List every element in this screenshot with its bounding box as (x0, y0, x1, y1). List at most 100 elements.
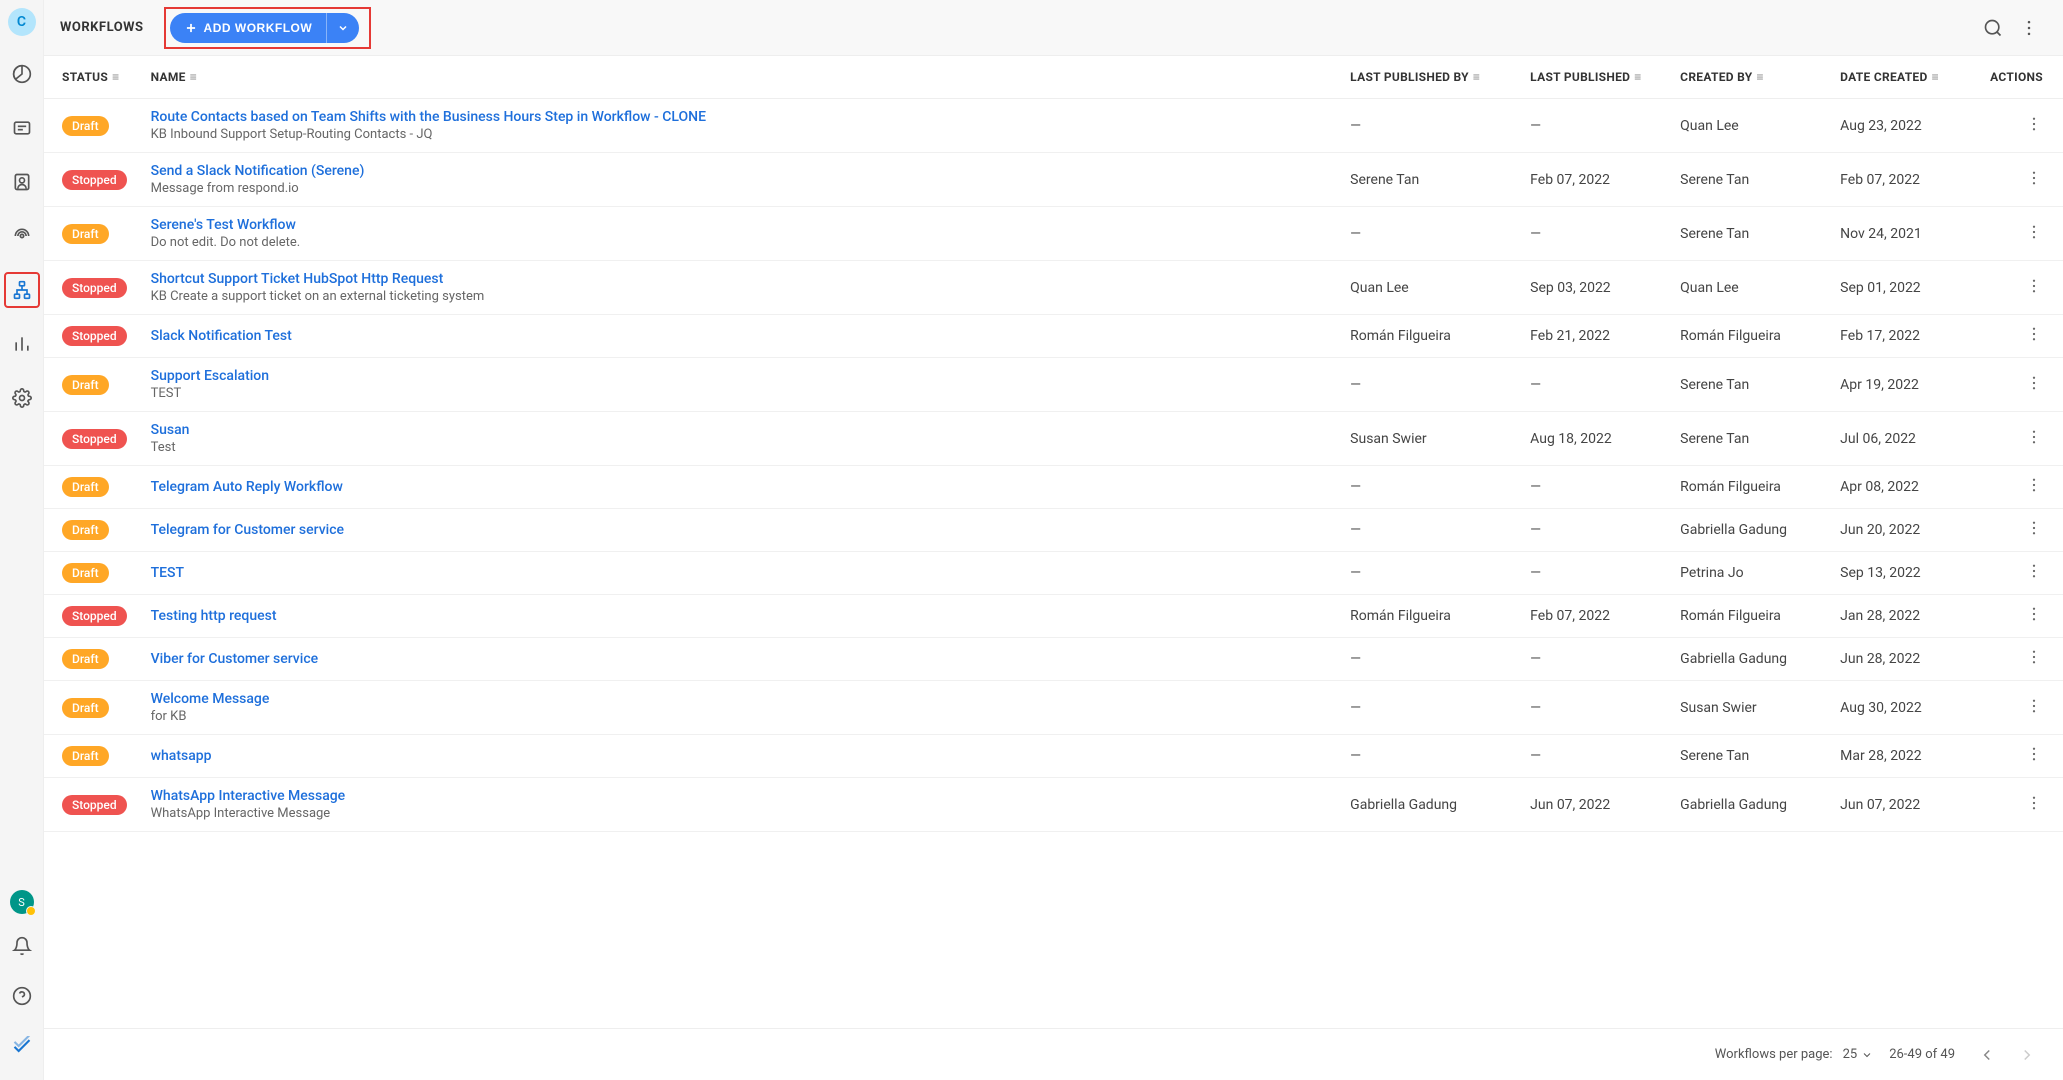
more-vertical-icon (2025, 115, 2043, 133)
table-row: DraftRoute Contacts based on Team Shifts… (44, 99, 2063, 153)
plus-icon (184, 21, 198, 35)
workflow-name-link[interactable]: Serene's Test Workflow (151, 217, 1327, 233)
column-header-last-published-by[interactable]: LAST PUBLISHED BY≡ (1338, 56, 1518, 99)
workflow-name-link[interactable]: TEST (151, 565, 1327, 581)
cell-date-created: Jan 28, 2022 (1828, 595, 1978, 638)
workflow-name-link[interactable]: Shortcut Support Ticket HubSpot Http Req… (151, 271, 1327, 287)
workflow-description: TEST (151, 386, 1327, 401)
sidebar-item-workflows[interactable] (4, 272, 40, 308)
next-page-button[interactable] (2011, 1039, 2043, 1071)
sidebar-item-dashboard[interactable] (4, 56, 40, 92)
row-actions-button[interactable] (2025, 605, 2043, 623)
cell-created-by: Susan Swier (1668, 681, 1828, 735)
table-row: Draftwhatsapp——Serene TanMar 28, 2022 (44, 735, 2063, 778)
sidebar-item-notifications[interactable] (4, 928, 40, 964)
cell-date-created: Mar 28, 2022 (1828, 735, 1978, 778)
message-icon (12, 118, 32, 138)
row-actions-button[interactable] (2025, 277, 2043, 295)
more-vertical-icon (2025, 277, 2043, 295)
workflow-name-link[interactable]: Welcome Message (151, 691, 1327, 707)
user-avatar[interactable]: S (10, 890, 34, 914)
sidebar-item-help[interactable] (4, 978, 40, 1014)
workflow-name-link[interactable]: Support Escalation (151, 368, 1327, 384)
add-workflow-button[interactable]: ADD WORKFLOW (170, 13, 327, 43)
cell-last-published: Feb 07, 2022 (1518, 595, 1668, 638)
row-actions-button[interactable] (2025, 745, 2043, 763)
sort-icon: ≡ (112, 70, 119, 84)
row-actions-button[interactable] (2025, 562, 2043, 580)
sidebar-item-reports[interactable] (4, 326, 40, 362)
cell-last-published: — (1518, 681, 1668, 735)
sort-icon: ≡ (190, 70, 197, 84)
row-actions-button[interactable] (2025, 794, 2043, 812)
workflow-name-link[interactable]: Telegram Auto Reply Workflow (151, 479, 1327, 495)
column-header-date-created[interactable]: DATE CREATED≡ (1828, 56, 1978, 99)
workflow-name-link[interactable]: Route Contacts based on Team Shifts with… (151, 109, 1327, 125)
more-vertical-icon (2025, 374, 2043, 392)
table-row: StoppedWhatsApp Interactive MessageWhats… (44, 778, 2063, 832)
workflow-name-link[interactable]: Testing http request (151, 608, 1327, 624)
status-badge: Draft (62, 375, 109, 395)
workflow-description: Do not edit. Do not delete. (151, 235, 1327, 250)
cell-created-by: Gabriella Gadung (1668, 778, 1828, 832)
row-actions-button[interactable] (2025, 428, 2043, 446)
workflow-name-link[interactable]: Viber for Customer service (151, 651, 1327, 667)
sidebar-item-contacts[interactable] (4, 164, 40, 200)
column-header-last-published[interactable]: LAST PUBLISHED≡ (1518, 56, 1668, 99)
cell-created-by: Serene Tan (1668, 735, 1828, 778)
cell-created-by: Gabriella Gadung (1668, 509, 1828, 552)
workflow-name-link[interactable]: Susan (151, 422, 1327, 438)
workflow-description: for KB (151, 709, 1327, 724)
workflow-name-link[interactable]: whatsapp (151, 748, 1327, 764)
cell-created-by: Quan Lee (1668, 99, 1828, 153)
status-badge: Draft (62, 563, 109, 583)
workflow-name-link[interactable]: Telegram for Customer service (151, 522, 1327, 538)
row-actions-button[interactable] (2025, 697, 2043, 715)
workflow-name-link[interactable]: Slack Notification Test (151, 328, 1327, 344)
table-row: DraftSerene's Test WorkflowDo not edit. … (44, 207, 2063, 261)
status-badge: Stopped (62, 606, 127, 626)
gear-icon (12, 388, 32, 408)
more-menu-button[interactable] (2011, 10, 2047, 46)
cell-date-created: Nov 24, 2021 (1828, 207, 1978, 261)
row-actions-button[interactable] (2025, 325, 2043, 343)
status-badge: Draft (62, 477, 109, 497)
help-icon (12, 986, 32, 1006)
gauge-icon (12, 64, 32, 84)
sidebar-item-broadcast[interactable] (4, 218, 40, 254)
prev-page-button[interactable] (1971, 1039, 2003, 1071)
main-content: WORKFLOWS ADD WORKFLOW (44, 0, 2063, 1080)
row-actions-button[interactable] (2025, 169, 2043, 187)
sidebar-item-brand[interactable] (4, 1028, 40, 1064)
cell-last-published: — (1518, 509, 1668, 552)
workspace-avatar[interactable]: C (8, 8, 36, 36)
search-button[interactable] (1975, 10, 2011, 46)
row-actions-button[interactable] (2025, 115, 2043, 133)
cell-created-by: Serene Tan (1668, 412, 1828, 466)
workflow-name-link[interactable]: Send a Slack Notification (Serene) (151, 163, 1327, 179)
sidebar-item-messages[interactable] (4, 110, 40, 146)
add-workflow-label: ADD WORKFLOW (204, 21, 313, 35)
workflow-name-link[interactable]: WhatsApp Interactive Message (151, 788, 1327, 804)
cell-date-created: Apr 19, 2022 (1828, 358, 1978, 412)
cell-created-by: Román Filgueira (1668, 466, 1828, 509)
cell-created-by: Serene Tan (1668, 358, 1828, 412)
add-workflow-dropdown[interactable] (326, 13, 359, 43)
row-actions-button[interactable] (2025, 476, 2043, 494)
column-header-name[interactable]: NAME≡ (139, 56, 1339, 99)
cell-date-created: Aug 23, 2022 (1828, 99, 1978, 153)
row-actions-button[interactable] (2025, 223, 2043, 241)
per-page-select[interactable]: 25 (1843, 1047, 1874, 1062)
table-row: DraftSupport EscalationTEST——Serene TanA… (44, 358, 2063, 412)
search-icon (1983, 18, 2003, 38)
workflow-icon (12, 280, 32, 300)
status-badge: Stopped (62, 326, 127, 346)
row-actions-button[interactable] (2025, 374, 2043, 392)
sidebar-item-settings[interactable] (4, 380, 40, 416)
column-header-status[interactable]: STATUS≡ (44, 56, 139, 99)
row-actions-button[interactable] (2025, 648, 2043, 666)
cell-last-published-by: — (1338, 681, 1518, 735)
row-actions-button[interactable] (2025, 519, 2043, 537)
column-header-actions: ACTIONS (1978, 56, 2063, 99)
column-header-created-by[interactable]: CREATED BY≡ (1668, 56, 1828, 99)
